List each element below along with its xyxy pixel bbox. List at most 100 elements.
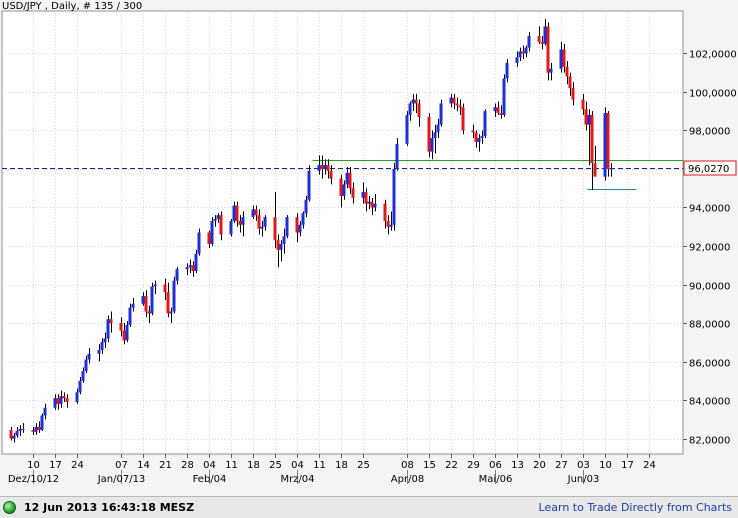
- candle-up: [524, 47, 528, 54]
- candle-up: [15, 430, 19, 436]
- candle-down: [119, 323, 123, 331]
- candle-down: [364, 192, 368, 204]
- candle-up: [323, 165, 327, 169]
- candle-down: [606, 113, 610, 169]
- x-tick-label: 18: [335, 460, 348, 471]
- candle-down: [295, 217, 299, 233]
- candle-up: [342, 184, 346, 196]
- candle-up: [361, 192, 365, 198]
- candle-up: [153, 284, 157, 287]
- candle-down: [452, 97, 456, 104]
- x-tick-label: 11: [313, 460, 326, 471]
- candle-up: [78, 380, 82, 393]
- candle-up: [75, 392, 79, 402]
- candle-down: [109, 319, 113, 324]
- x-tick-label: 25: [357, 460, 370, 471]
- y-tick-label: 90,0000: [689, 282, 730, 293]
- x-tick-label: 11: [225, 460, 238, 471]
- x-month-label: Dez/10/12: [8, 474, 59, 485]
- candle-up: [260, 226, 264, 229]
- candle-down: [144, 296, 148, 312]
- candle-up: [194, 253, 198, 272]
- candle-up: [408, 103, 412, 116]
- candle-up: [373, 203, 377, 208]
- candle-down: [320, 165, 324, 169]
- candle-up: [216, 215, 220, 220]
- candle-down: [562, 49, 566, 67]
- candle-up: [97, 349, 101, 354]
- candle-up: [389, 224, 393, 227]
- candle-up: [229, 220, 233, 235]
- candle-down: [417, 103, 421, 117]
- candle-up: [12, 435, 16, 439]
- candle-down: [235, 205, 239, 221]
- candle-up: [527, 36, 531, 48]
- x-month-label: Jan/07/13: [97, 474, 146, 485]
- candle-down: [257, 215, 261, 229]
- y-tick-label: 100,0000: [689, 89, 737, 100]
- candle-up: [609, 168, 613, 170]
- candle-down: [565, 66, 569, 77]
- candle-down: [31, 429, 35, 432]
- candle-down: [254, 209, 258, 216]
- x-tick-label: 25: [269, 460, 282, 471]
- candle-up: [169, 311, 173, 314]
- candle-up: [301, 213, 305, 225]
- candle-down: [458, 105, 462, 108]
- y-tick-label: 88,0000: [689, 320, 730, 331]
- candle-up: [59, 396, 63, 404]
- candle-up: [307, 170, 311, 200]
- candle-up: [175, 269, 179, 281]
- candle-up: [395, 143, 399, 169]
- candle-down: [590, 115, 594, 164]
- candle-up: [439, 103, 443, 125]
- candle-down: [496, 107, 500, 114]
- y-tick-label: 84,0000: [689, 397, 730, 408]
- x-tick-label: 24: [71, 460, 84, 471]
- candle-down: [62, 396, 66, 399]
- x-tick-label: 06: [489, 460, 502, 471]
- x-tick-label: 14: [137, 460, 150, 471]
- candle-down: [348, 172, 352, 189]
- candle-down: [351, 188, 355, 198]
- candle-up: [477, 138, 481, 142]
- candle-up: [436, 124, 440, 133]
- x-tick-label: 08: [401, 460, 414, 471]
- x-month-label: Feb/04: [193, 474, 227, 485]
- candle-down: [455, 103, 459, 106]
- candle-down: [571, 88, 575, 100]
- candle-up: [185, 267, 189, 270]
- candle-up: [197, 232, 201, 254]
- x-tick-label: 21: [159, 460, 172, 471]
- candle-up: [317, 165, 321, 171]
- candle-down: [461, 107, 465, 131]
- candle-up: [81, 371, 85, 381]
- candle-down: [147, 311, 151, 314]
- candle-up: [172, 280, 176, 312]
- candle-up: [543, 26, 547, 44]
- candle-down: [499, 113, 503, 116]
- y-tick-label: 94,0000: [689, 204, 730, 215]
- x-tick-label: 28: [181, 460, 194, 471]
- candle-up: [40, 415, 44, 430]
- candle-down: [593, 163, 597, 177]
- candle-up: [131, 303, 135, 308]
- candle-up: [298, 224, 302, 233]
- candlestick-chart[interactable]: 82,0000 84,0000 86,0000 88,0000 90,0000 92,00…: [0, 0, 738, 496]
- candle-up: [483, 111, 487, 137]
- y-tick-label: 82,0000: [689, 436, 730, 447]
- candle-up: [150, 286, 154, 314]
- candle-down: [21, 428, 25, 430]
- x-tick-label: 10: [599, 460, 612, 471]
- candle-down: [540, 41, 544, 44]
- candle-up: [43, 407, 47, 416]
- candle-down: [427, 116, 431, 152]
- candle-up: [587, 115, 591, 125]
- status-bar: 12 Jun 2013 16:43:18 MESZ Learn to Trade…: [0, 496, 738, 518]
- candle-down: [56, 398, 60, 404]
- candle-down: [471, 130, 475, 133]
- candle-down: [326, 165, 330, 171]
- x-tick-label: 24: [643, 460, 656, 471]
- candle-down: [238, 220, 242, 225]
- learn-to-trade-link[interactable]: Learn to Trade Directly from Charts: [539, 501, 732, 514]
